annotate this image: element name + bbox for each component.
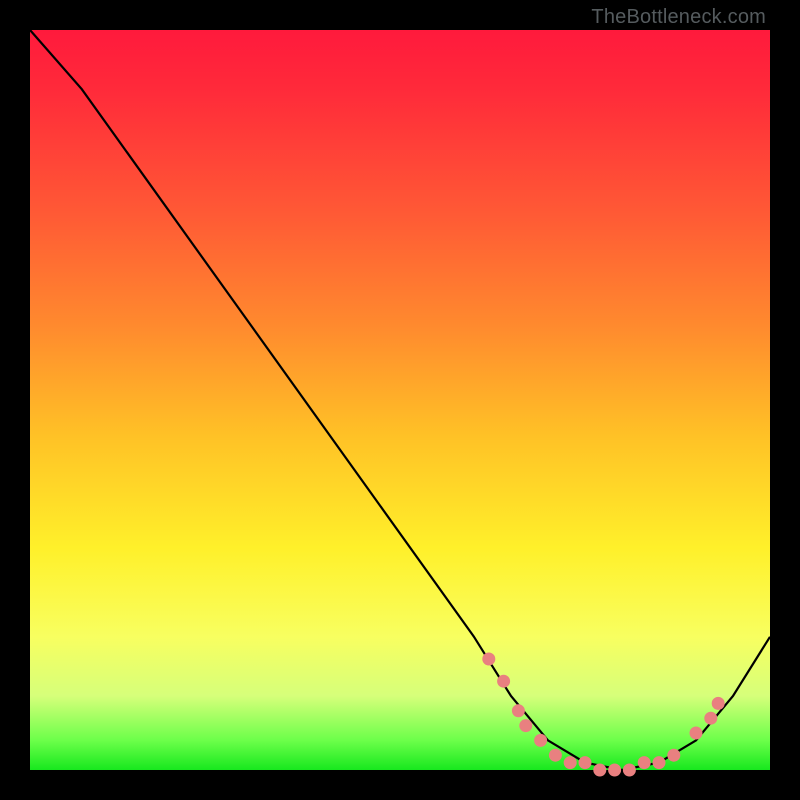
bottleneck-curve xyxy=(30,30,770,770)
curve-marker xyxy=(690,727,702,739)
curve-marker xyxy=(535,734,547,746)
curve-marker xyxy=(549,749,561,761)
watermark-text: TheBottleneck.com xyxy=(591,6,766,29)
chart-stage: TheBottleneck.com xyxy=(0,0,800,800)
curve-marker xyxy=(609,764,621,776)
curve-marker xyxy=(668,749,680,761)
chart-plot-area xyxy=(30,30,770,770)
curve-marker xyxy=(483,653,495,665)
curve-marker xyxy=(712,697,724,709)
curve-marker xyxy=(564,757,576,769)
curve-marker xyxy=(498,675,510,687)
curve-markers xyxy=(483,653,724,776)
curve-marker xyxy=(623,764,635,776)
curve-marker xyxy=(638,757,650,769)
curve-marker xyxy=(579,757,591,769)
curve-marker xyxy=(520,720,532,732)
curve-marker xyxy=(653,757,665,769)
chart-svg xyxy=(30,30,770,770)
curve-marker xyxy=(512,705,524,717)
curve-marker xyxy=(705,712,717,724)
curve-marker xyxy=(594,764,606,776)
